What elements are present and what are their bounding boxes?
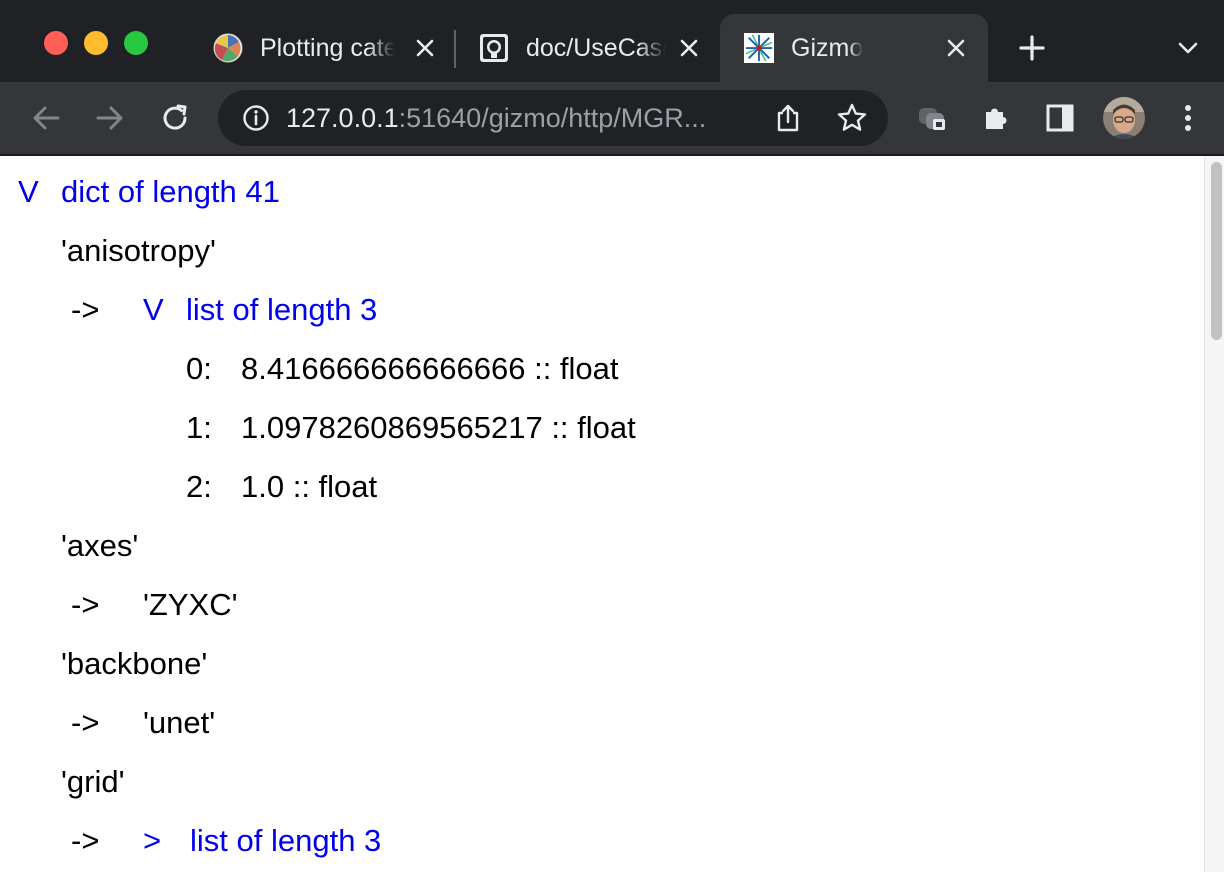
profile-switch-icon[interactable]	[914, 100, 950, 136]
seaborn-logo-icon	[213, 33, 243, 63]
github-icon	[479, 33, 509, 63]
tab-title: doc/UseCases	[526, 33, 666, 62]
url-host: 127.0.0.1	[286, 103, 399, 133]
url-path: :51640/gizmo/http/MGR...	[398, 103, 707, 133]
menu-icon[interactable]	[1170, 100, 1206, 136]
tab-title: Plotting categorical data	[260, 33, 395, 62]
list-index: 0:	[186, 351, 212, 386]
back-icon[interactable]	[28, 100, 64, 136]
info-icon[interactable]	[242, 104, 270, 132]
close-window-button[interactable]	[44, 31, 68, 55]
maximize-window-button[interactable]	[124, 31, 148, 55]
scrollbar-thumb[interactable]	[1211, 162, 1222, 340]
tab-separator	[454, 30, 456, 68]
browser-toolbar: 127.0.0.1:51640/gizmo/http/MGR...	[0, 82, 1224, 154]
list-value: 1.0 :: float	[241, 469, 378, 504]
new-tab-plus-icon[interactable]	[1014, 30, 1050, 66]
url-text: 127.0.0.1:51640/gizmo/http/MGR...	[286, 103, 706, 134]
arrow: ->	[71, 587, 100, 622]
list-toggle[interactable]: V	[143, 292, 164, 328]
list-label[interactable]: list of length 3	[190, 823, 381, 859]
tab-title: Gizmo	[791, 33, 864, 62]
list-value: 8.416666666666666 :: float	[241, 351, 619, 386]
tab-search-chevron-down-icon[interactable]	[1170, 30, 1206, 66]
close-tab-icon[interactable]	[411, 34, 439, 62]
dict-value: 'unet'	[143, 705, 216, 740]
gizmo-icon	[744, 33, 774, 63]
arrow: ->	[71, 823, 100, 858]
dict-key: 'axes'	[61, 528, 139, 563]
list-index: 1:	[186, 410, 212, 445]
bookmark-star-icon[interactable]	[836, 102, 868, 134]
address-bar[interactable]: 127.0.0.1:51640/gizmo/http/MGR...	[218, 90, 888, 146]
forward-icon[interactable]	[92, 100, 128, 136]
tab-strip: Plotting categorical data doc/UseCases	[0, 0, 1224, 82]
dict-key: 'anisotropy'	[61, 233, 216, 268]
tab-doc-usecases[interactable]: doc/UseCases	[479, 14, 709, 82]
dict-key: 'backbone'	[61, 646, 208, 681]
arrow: ->	[71, 705, 100, 740]
side-panel-icon[interactable]	[1042, 100, 1078, 136]
dict-key: 'grid'	[61, 764, 125, 799]
list-label[interactable]: list of length 3	[186, 292, 377, 328]
vertical-scrollbar[interactable]	[1204, 156, 1224, 872]
reload-icon[interactable]	[157, 100, 193, 136]
tab-gizmo[interactable]: Gizmo	[720, 14, 988, 82]
minimize-window-button[interactable]	[84, 31, 108, 55]
extensions-icon[interactable]	[978, 100, 1014, 136]
arrow: ->	[71, 292, 100, 327]
share-icon[interactable]	[774, 103, 802, 133]
close-tab-icon[interactable]	[675, 34, 703, 62]
list-toggle[interactable]: >	[143, 823, 161, 859]
root-toggle[interactable]: V	[18, 174, 39, 210]
list-index: 2:	[186, 469, 212, 504]
tab-plotting-categorical-data[interactable]: Plotting categorical data	[213, 14, 453, 82]
avatar[interactable]	[1102, 96, 1146, 140]
dict-value: 'ZYXC'	[143, 587, 238, 622]
root-label[interactable]: dict of length 41	[61, 174, 280, 210]
close-tab-icon[interactable]	[942, 34, 970, 62]
list-value: 1.0978260869565217 :: float	[241, 410, 636, 445]
page-content: V dict of length 41 'anisotropy' -> V li…	[0, 156, 1204, 872]
